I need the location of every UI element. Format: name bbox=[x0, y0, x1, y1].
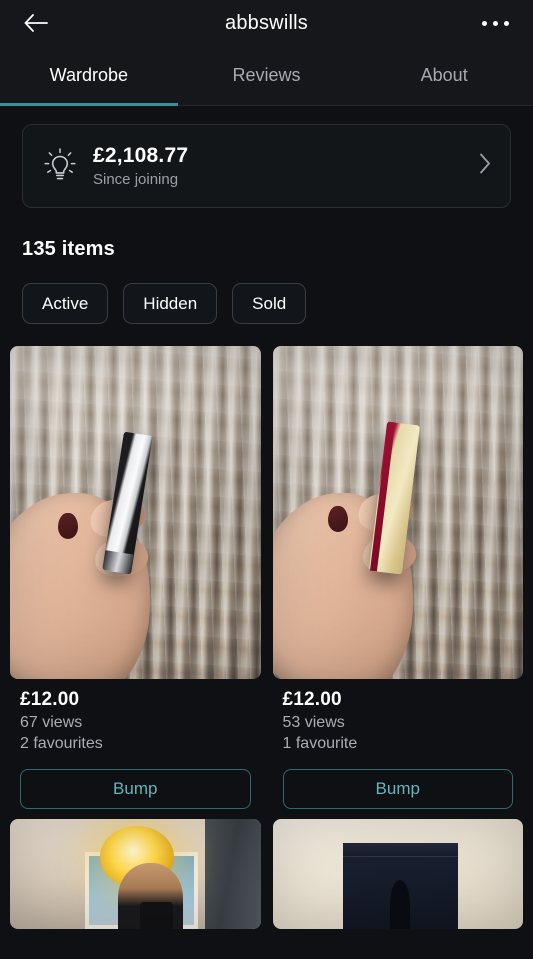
item-info: £12.00 53 views 1 favourite bbox=[273, 679, 524, 753]
filter-chip-sold[interactable]: Sold bbox=[232, 283, 307, 324]
item-price: £12.00 bbox=[282, 689, 342, 710]
photo-background-room bbox=[10, 819, 261, 929]
more-horizontal-icon-dot-2 bbox=[492, 20, 498, 26]
bump-button[interactable]: Bump bbox=[20, 769, 251, 809]
photo-jeans-waistband bbox=[342, 843, 458, 858]
photo-nail bbox=[327, 505, 348, 532]
item-info: £12.00 67 views 2 favourites bbox=[10, 679, 261, 753]
earnings-card[interactable]: £2,108.77 Since joining bbox=[22, 124, 511, 208]
item-photo-jeans[interactable] bbox=[272, 819, 523, 929]
page-title: abbswills bbox=[225, 11, 308, 34]
more-horizontal-icon-dot-3 bbox=[503, 20, 509, 26]
list-item[interactable] bbox=[272, 819, 523, 929]
earnings-texts: £2,108.77 Since joining bbox=[93, 144, 188, 188]
earnings-subtitle: Since joining bbox=[93, 171, 179, 188]
item-favourites: 2 favourites bbox=[20, 735, 103, 752]
item-photo-selfie[interactable] bbox=[10, 819, 261, 929]
more-horizontal-icon bbox=[481, 20, 487, 26]
photo-background-bedding bbox=[272, 819, 523, 929]
profile-tabs: Wardrobe Reviews About bbox=[0, 46, 533, 106]
profile-screen: abbswills Wardrobe Reviews About £2,108.… bbox=[0, 0, 533, 959]
item-photo-lipstick-gold[interactable] bbox=[272, 346, 523, 679]
photo-phone bbox=[140, 901, 173, 929]
tab-about-label: About bbox=[420, 65, 468, 85]
wardrobe-grid: £12.00 67 views 2 favourites Bump £12.00 bbox=[0, 324, 533, 929]
more-options-button[interactable] bbox=[471, 5, 519, 41]
items-count: 135 items bbox=[22, 238, 115, 260]
arrow-left-icon bbox=[23, 12, 49, 34]
filter-chip-active-label: Active bbox=[42, 294, 89, 313]
earnings-amount: £2,108.77 bbox=[93, 144, 189, 167]
list-item[interactable]: £12.00 53 views 1 favourite Bump bbox=[272, 346, 524, 809]
filter-chip-sold-label: Sold bbox=[252, 294, 287, 313]
lightbulb-icon bbox=[43, 147, 77, 185]
back-button[interactable] bbox=[16, 5, 56, 41]
tab-reviews[interactable]: Reviews bbox=[178, 46, 356, 105]
tab-about[interactable]: About bbox=[355, 46, 533, 105]
bump-button[interactable]: Bump bbox=[282, 769, 513, 809]
bump-button-label: Bump bbox=[113, 779, 158, 798]
tab-wardrobe-label: Wardrobe bbox=[49, 65, 129, 85]
photo-wardrobe bbox=[205, 819, 261, 929]
item-favourites: 1 favourite bbox=[282, 735, 358, 752]
item-price: £12.00 bbox=[20, 689, 80, 710]
filter-chip-hidden-label: Hidden bbox=[143, 294, 198, 313]
list-item[interactable]: £12.00 67 views 2 favourites Bump bbox=[10, 346, 261, 809]
earnings-section: £2,108.77 Since joining bbox=[0, 106, 533, 208]
photo-jeans-seam bbox=[390, 879, 411, 929]
item-views: 53 views bbox=[282, 714, 345, 731]
item-views: 67 views bbox=[20, 714, 83, 731]
bump-button-label: Bump bbox=[375, 779, 420, 798]
list-item[interactable] bbox=[10, 819, 261, 929]
filter-chip-hidden[interactable]: Hidden bbox=[123, 283, 218, 324]
tab-wardrobe[interactable]: Wardrobe bbox=[0, 46, 178, 106]
tab-reviews-label: Reviews bbox=[232, 65, 301, 85]
chevron-right-icon bbox=[478, 152, 492, 181]
app-header: abbswills bbox=[0, 0, 533, 46]
item-photo-lipstick-black[interactable] bbox=[10, 346, 261, 679]
filter-chips: Active Hidden Sold bbox=[0, 261, 533, 324]
filter-chip-active[interactable]: Active bbox=[22, 283, 109, 324]
photo-nail bbox=[57, 512, 78, 539]
